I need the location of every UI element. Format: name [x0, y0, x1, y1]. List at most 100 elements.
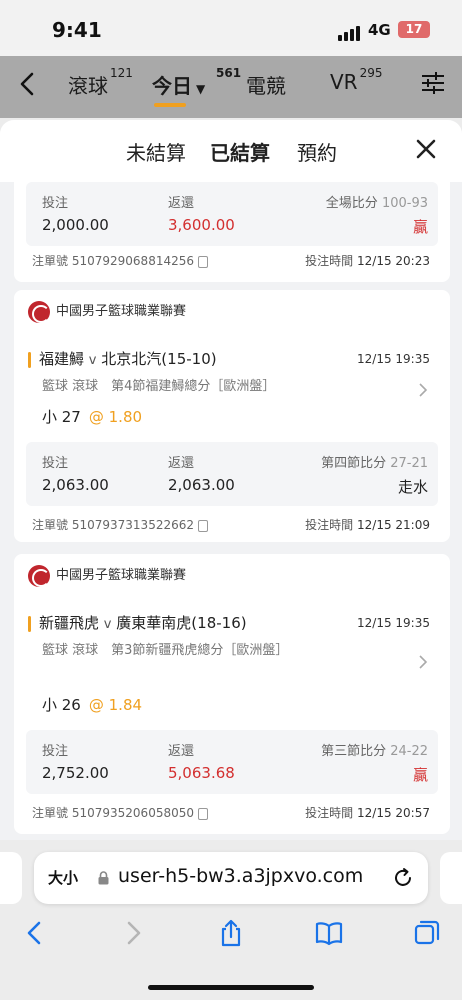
market-desc: 籃球 滾球 第4節福建鱘總分［歐洲盤］	[42, 379, 276, 394]
tab-count: 295	[359, 66, 383, 80]
score-value: 27-21	[390, 456, 428, 471]
chevron-right-icon[interactable]	[418, 382, 428, 398]
tab-label: 電競	[246, 74, 286, 98]
accent-bar	[28, 615, 31, 632]
lock-icon	[98, 871, 109, 885]
browser-toolbar	[0, 918, 462, 958]
ticket-value: 5107929068814256	[71, 254, 194, 268]
ticket-number: 注單號 5107935206058050	[32, 804, 208, 821]
pick-label: 小 27	[42, 408, 81, 426]
live-score: (15-10)	[161, 350, 217, 368]
stake-value: 2,752.00	[42, 764, 109, 782]
ticket-number: 注單號 5107929068814256	[32, 252, 208, 269]
time-value: 12/15 20:23	[357, 254, 430, 268]
stake-label: 投注	[42, 456, 69, 471]
active-tab-indicator	[154, 103, 186, 107]
stake-label: 投注	[42, 196, 69, 211]
score-value: 100-93	[381, 196, 428, 211]
tab-label: 已結算	[210, 141, 270, 165]
copy-icon[interactable]	[198, 255, 208, 268]
ticket-label: 注單號	[32, 518, 69, 532]
match-time: 12/15 19:35	[357, 352, 430, 366]
score-info: 全場比分 100-93	[326, 192, 428, 211]
close-icon[interactable]	[416, 139, 436, 159]
time-label: 投注時間	[305, 806, 354, 820]
bet-time: 投注時間 12/15 20:23	[305, 252, 430, 269]
time-label: 投注時間	[305, 518, 354, 532]
return-label: 返還	[168, 744, 195, 759]
bet-card: 中國男子籃球職業聯賽 福建鱘 v 北京北汽(15-10) 12/15 19:35…	[14, 290, 450, 542]
tab-inplay[interactable]: 滾球 121	[68, 66, 133, 99]
signal-icon	[338, 22, 362, 41]
league-logo-icon	[28, 564, 50, 587]
ticket-value: 5107937313522662	[71, 518, 194, 532]
score-info: 第四節比分 27-21	[321, 452, 428, 471]
time-value: 12/15 21:09	[357, 518, 430, 532]
time-value: 12/15 20:57	[357, 806, 430, 820]
url-text[interactable]: user-h5-bw3.a3jpxvo.com	[118, 865, 363, 887]
result-value: 贏	[412, 218, 428, 236]
return-label: 返還	[168, 196, 195, 211]
clock: 9:41	[52, 18, 102, 42]
match-title[interactable]: 福建鱘 v 北京北汽(15-10)	[28, 348, 217, 369]
bet-stats: 投注 2,063.00 返還 2,063.00 第四節比分 27-21 走水	[26, 442, 438, 506]
tab-today[interactable]: 今日 ▼ 561	[152, 66, 241, 107]
tab-esports[interactable]: 電競	[246, 70, 286, 99]
result-value: 走水	[397, 478, 428, 496]
network-type: 4G	[368, 21, 391, 39]
tab-settled[interactable]: 已結算	[210, 137, 270, 176]
text-size-button[interactable]: 大小	[48, 867, 78, 888]
stake-value: 2,000.00	[42, 216, 109, 234]
ticket-label: 注單號	[32, 254, 69, 268]
match-title[interactable]: 新疆飛虎 v 廣東華南虎(18-16)	[28, 612, 247, 633]
bet-card: 中國男子籃球職業聯賽 新疆飛虎 v 廣東華南虎(18-16) 12/15 19:…	[14, 554, 450, 834]
tab-reserved[interactable]: 預約	[297, 137, 337, 166]
result-value: 贏	[412, 766, 428, 784]
return-value: 2,063.00	[168, 476, 235, 494]
league-logo-icon	[28, 300, 50, 323]
home-team: 福建鱘	[39, 350, 85, 368]
tab-vr[interactable]: VR 295	[330, 66, 382, 94]
market-desc: 籃球 滾球 第3節新疆飛虎總分［歐洲盤］	[42, 643, 289, 658]
home-team: 新疆飛虎	[39, 614, 100, 632]
bookmarks-icon[interactable]	[314, 918, 344, 948]
caret-down-icon: ▼	[196, 82, 206, 96]
league-header: 中國男子籃球職業聯賽	[28, 300, 186, 323]
ticket-label: 注單號	[32, 806, 69, 820]
accent-bar	[28, 351, 31, 368]
tab-label: 滾球	[68, 74, 108, 98]
copy-icon[interactable]	[198, 519, 208, 532]
bet-pick: 小 27 @ 1.80	[42, 406, 142, 427]
tab-count: 121	[110, 66, 133, 80]
prev-tab-peek[interactable]	[0, 852, 22, 904]
return-value: 3,600.00	[168, 216, 235, 234]
next-tab-peek[interactable]	[440, 852, 462, 904]
back-arrow-icon[interactable]	[14, 70, 42, 98]
reload-icon[interactable]	[392, 867, 414, 889]
back-icon[interactable]	[20, 918, 50, 948]
filter-icon[interactable]	[420, 70, 446, 96]
tab-unsettled[interactable]: 未結算	[126, 137, 186, 166]
chevron-right-icon[interactable]	[418, 654, 428, 670]
away-team: 廣東華南虎	[116, 614, 192, 632]
bet-stats: 投注 2,752.00 返還 5,063.68 第三節比分 24-22 贏	[26, 730, 438, 794]
score-info: 第三節比分 24-22	[321, 740, 428, 759]
share-icon[interactable]	[216, 918, 246, 948]
browser-chrome: 大小 user-h5-bw3.a3jpxvo.com	[0, 842, 462, 1000]
ticket-number: 注單號 5107937313522662	[32, 516, 208, 533]
tabs-icon[interactable]	[412, 918, 442, 948]
stake-label: 投注	[42, 744, 69, 759]
address-bar[interactable]: 大小 user-h5-bw3.a3jpxvo.com	[34, 852, 428, 904]
pick-label: 小 26	[42, 696, 81, 714]
copy-icon[interactable]	[198, 807, 208, 820]
tab-label: 今日	[152, 74, 192, 98]
league-header: 中國男子籃球職業聯賽	[28, 564, 186, 587]
ticket-value: 5107935206058050	[71, 806, 194, 820]
battery-icon: 17	[398, 21, 430, 38]
forward-icon[interactable]	[118, 918, 148, 948]
match-time: 12/15 19:35	[357, 616, 430, 630]
score-label: 第四節比分	[321, 456, 387, 471]
away-team: 北京北汽	[101, 350, 162, 368]
score-label: 全場比分	[325, 196, 378, 211]
tab-label: VR	[330, 70, 358, 94]
